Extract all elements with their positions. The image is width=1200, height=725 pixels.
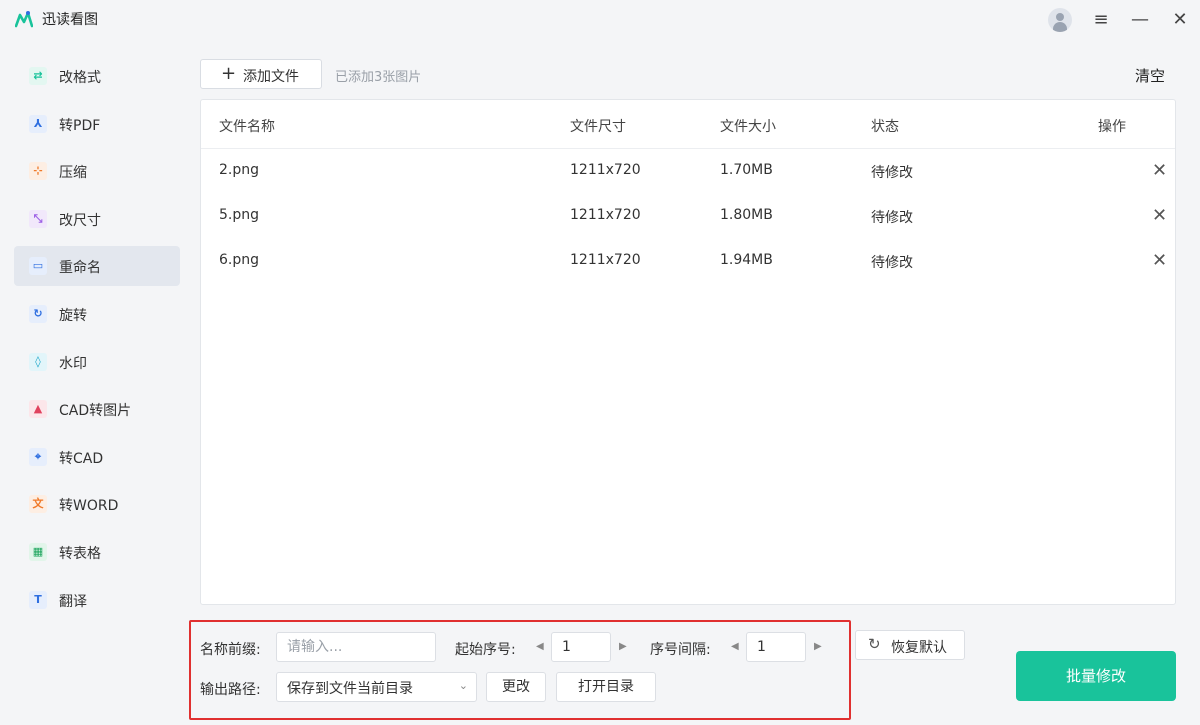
output-path-select[interactable]: 保存到文件当前目录 ⌄ [276,672,477,702]
sidebar-item-label: 翻译 [59,593,87,610]
prefix-label: 名称前缀: [200,642,261,658]
restore-default-button[interactable]: ↻ 恢复默认 [855,630,965,660]
change-path-button[interactable]: 更改 [486,672,546,702]
cell-file-dims: 1211x720 [570,162,641,178]
translate-icon: T [29,590,47,609]
sidebar-item-label: 改尺寸 [59,212,101,229]
start-number-input[interactable] [551,632,611,662]
clear-button[interactable]: 清空 [1135,65,1165,86]
delete-icon[interactable]: ✕ [1152,250,1167,271]
sidebar-item[interactable]: ▭ 重命名 [14,246,180,287]
output-path-label: 输出路径: [200,682,261,698]
restore-default-label: 恢复默认 [891,640,947,656]
compress-icon: ⊹ [29,162,47,181]
cell-file-name: 6.png [219,252,260,268]
watermark-icon: ◊ [29,352,47,371]
cell-file-size: 1.80MB [720,207,773,223]
cell-file-name: 2.png [219,162,260,178]
table-header: 文件名称 文件尺寸 文件大小 状态 操作 [201,100,1175,149]
sidebar-item-label: 旋转 [59,307,87,324]
start-increment-icon[interactable]: ▶ [619,641,627,652]
sidebar-item-label: 水印 [59,355,87,372]
sidebar-item-label: CAD转图片 [59,403,132,420]
header-file-dims: 文件尺寸 [570,119,626,135]
header-file-name: 文件名称 [219,119,275,135]
resize-icon: ⤡ [29,209,47,228]
avatar-body [1053,22,1067,32]
header-status: 状态 [871,119,899,135]
sidebar-item[interactable]: ↻ 旋转 [14,294,180,334]
cell-file-size: 1.70MB [720,162,773,178]
sidebar-item-label: 压缩 [59,165,87,182]
to-cad-icon: ⌖ [29,447,47,466]
interval-label: 序号间隔: [650,642,711,658]
table-row: 5.png 1211x720 1.80MB 待修改 ✕ [201,195,1175,240]
delete-icon[interactable]: ✕ [1152,160,1167,181]
minimize-icon[interactable]: — [1128,8,1152,32]
interval-increment-icon[interactable]: ▶ [814,641,822,652]
interval-input[interactable] [746,632,806,662]
title-bar: 迅读看图 ≡ — ✕ [0,0,1200,40]
cell-status: 待修改 [871,165,913,181]
sidebar-item[interactable]: ▦ 转表格 [14,532,180,572]
header-file-size: 文件大小 [720,119,776,135]
avatar-head [1056,13,1064,21]
cell-file-dims: 1211x720 [570,207,641,223]
plus-icon: + [221,63,237,84]
sidebar-item-label: 重命名 [59,260,101,277]
sidebar-item-label: 改格式 [59,70,101,86]
sidebar-item[interactable]: ⇄ 改格式 [14,56,180,96]
user-avatar[interactable] [1048,8,1072,32]
cell-file-name: 5.png [219,207,260,223]
sidebar-item[interactable]: ⊹ 压缩 [14,151,180,191]
sidebar-item[interactable]: ◊ 水印 [14,342,180,382]
sidebar-item-label: 转WORD [59,498,119,515]
sidebar: ⇄ 改格式 ⅄ 转PDF ⊹ 压缩 ⤡ 改尺寸 ▭ 重命名 ↻ 旋转 ◊ 水印 ▲ CAD转图片 ⌖ 转CAD 文转… [14,56,180,627]
sidebar-item-label: 转CAD [59,450,104,467]
rename-icon: ▭ [29,257,47,276]
header-action: 操作 [1098,119,1126,135]
start-decrement-icon[interactable]: ◀ [536,641,544,652]
table-row: 2.png 1211x720 1.70MB 待修改 ✕ [201,150,1175,195]
add-file-button[interactable]: + 添加文件 [200,59,322,89]
batch-modify-button[interactable]: 批量修改 [1016,651,1176,701]
table-icon: ▦ [29,542,47,561]
sidebar-item-label: 转表格 [59,545,101,562]
app-title: 迅读看图 [42,12,98,28]
sidebar-item-label: 转PDF [59,117,101,134]
sidebar-item[interactable]: T 翻译 [14,580,180,620]
sidebar-item[interactable]: ▲ CAD转图片 [14,389,180,429]
chevron-down-icon: ⌄ [458,679,468,692]
sidebar-item[interactable]: ⌖ 转CAD [14,437,180,477]
cell-status: 待修改 [871,255,913,271]
sidebar-item[interactable]: ⤡ 改尺寸 [14,199,180,239]
pdf-icon: ⅄ [29,114,47,133]
open-folder-button[interactable]: 打开目录 [556,672,656,702]
app-logo-icon [15,11,33,28]
start-number-label: 起始序号: [455,642,516,658]
close-icon[interactable]: ✕ [1168,8,1192,32]
prefix-input[interactable] [276,632,436,662]
sidebar-item[interactable]: ⅄ 转PDF [14,104,180,144]
cell-file-dims: 1211x720 [570,252,641,268]
translate-word-icon: 文 [29,495,47,514]
cad-to-image-icon: ▲ [29,400,47,419]
output-path-value: 保存到文件当前目录 [287,681,413,697]
add-file-label: 添加文件 [243,69,299,85]
cell-file-size: 1.94MB [720,252,773,268]
file-table: 文件名称 文件尺寸 文件大小 状态 操作 2.png 1211x720 1.70MB… [200,99,1176,605]
format-convert-icon: ⇄ [29,67,47,85]
rename-settings-panel: 名称前缀: 起始序号: ◀ ▶ 序号间隔: ◀ ▶ 输出路径: 保存到文件当前目… [189,620,851,720]
rotate-icon: ↻ [29,304,47,323]
delete-icon[interactable]: ✕ [1152,205,1167,226]
interval-decrement-icon[interactable]: ◀ [731,641,739,652]
added-count-text: 已添加3张图片 [335,70,422,85]
restore-icon: ↻ [868,635,881,653]
sidebar-item[interactable]: 文转WORD [14,484,180,524]
cell-status: 待修改 [871,210,913,226]
table-row: 6.png 1211x720 1.94MB 待修改 ✕ [201,240,1175,285]
menu-icon[interactable]: ≡ [1089,8,1113,32]
